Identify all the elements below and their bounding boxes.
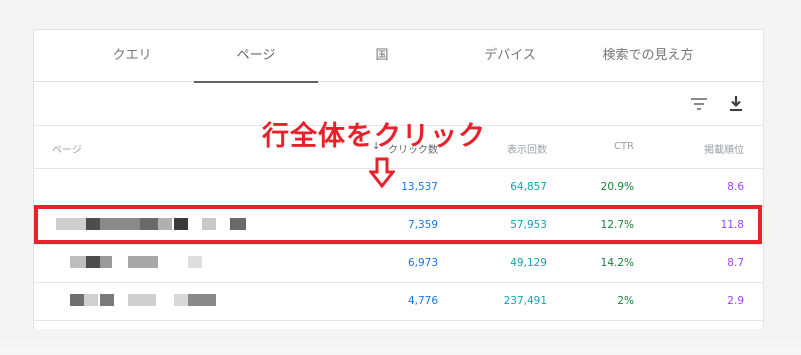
ctr-value: 2%: [617, 295, 634, 307]
impressions-value: 64,857: [510, 181, 547, 193]
download-icon[interactable]: [724, 92, 748, 116]
tab-country[interactable]: 国: [352, 30, 412, 82]
clicks-value: 6,973: [407, 257, 438, 269]
blurred-page-url: [70, 294, 84, 306]
column-page[interactable]: ページ: [52, 141, 82, 156]
blurred-page-url: [188, 294, 216, 306]
annotation-label: 行全体をクリック: [262, 121, 486, 152]
tab-query[interactable]: クエリ: [90, 30, 174, 82]
tab-bar: クエリ ページ 国 デバイス 検索での見え方: [34, 30, 763, 83]
blurred-page-url: [100, 294, 114, 306]
highlight-box: [34, 205, 762, 244]
performance-card: クエリ ページ 国 デバイス 検索での見え方 ページ ↓ クリック数 表示回数 …: [33, 29, 764, 329]
position-value: 8.7: [727, 257, 744, 269]
blurred-page-url: [84, 294, 98, 306]
arrow-down-icon: [367, 157, 397, 193]
position-value: 2.9: [727, 295, 744, 307]
ctr-value: 14.2%: [600, 257, 634, 269]
impressions-value: 237,491: [503, 295, 547, 307]
blurred-page-url: [188, 256, 202, 268]
table-row[interactable]: 6,973 49,129 14.2% 8.7: [34, 245, 763, 283]
filter-icon[interactable]: [687, 92, 711, 116]
table-row[interactable]: 4,776 237,491 2% 2.9: [34, 283, 763, 321]
ctr-value: 20.9%: [600, 181, 634, 193]
blurred-page-url: [128, 256, 158, 268]
page-background: [0, 331, 801, 355]
impressions-value: 49,129: [510, 257, 547, 269]
tab-device[interactable]: デバイス: [454, 30, 566, 82]
column-ctr[interactable]: CTR: [594, 141, 634, 152]
blurred-page-url: [70, 256, 86, 268]
position-value: 8.6: [727, 181, 744, 193]
blurred-page-url: [86, 256, 100, 268]
blurred-page-url: [128, 294, 156, 306]
tab-page[interactable]: ページ: [194, 30, 318, 83]
blurred-page-url: [174, 294, 188, 306]
clicks-value: 4,776: [407, 295, 438, 307]
table-row[interactable]: 13,537 64,857 20.9% 8.6: [34, 169, 763, 207]
blurred-page-url: [100, 256, 112, 268]
tab-search-appearance[interactable]: 検索での見え方: [582, 30, 714, 82]
column-position[interactable]: 掲載順位: [694, 141, 744, 156]
column-impressions[interactable]: 表示回数: [484, 141, 547, 156]
